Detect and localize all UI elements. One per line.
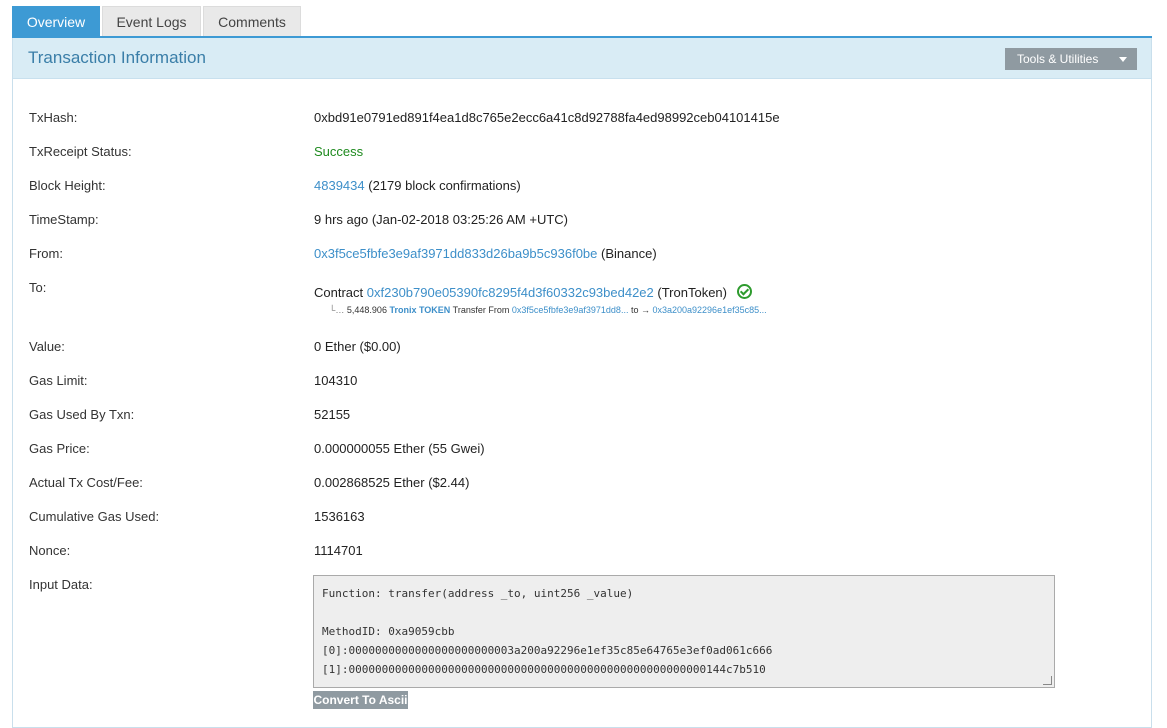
tab-comments[interactable]: Comments	[203, 6, 301, 37]
block-height-label: Block Height:	[29, 178, 106, 193]
from-value: 0x3f5ce5fbfe3e9af3971dd833d26ba9b5c936f0…	[314, 246, 657, 261]
gas-used-value: 52155	[314, 407, 351, 422]
gas-limit-value: 104310	[314, 373, 358, 388]
gas-price-label: Gas Price:	[29, 441, 90, 456]
input-data-textarea[interactable]: Function: transfer(address _to, uint256 …	[313, 575, 1055, 688]
transfer-to-text: to →	[630, 305, 650, 315]
timestamp-label: TimeStamp:	[29, 212, 99, 227]
to-value: Contract 0xf230b790e05390fc8295f4d3f6033…	[314, 284, 752, 300]
input-data-line: Function: transfer(address _to, uint256 …	[322, 587, 634, 600]
tools-utilities-label: Tools & Utilities	[1017, 52, 1099, 66]
transaction-panel: Transaction Information Tools & Utilitie…	[12, 38, 1152, 728]
status-value: Success	[314, 144, 364, 159]
transfer-from-link[interactable]: 0x3f5ce5fbfe3e9af3971dd8...	[512, 305, 629, 315]
cumulative-gas-label: Cumulative Gas Used:	[29, 509, 160, 524]
fee-value: 0.002868525 Ether ($2.44)	[314, 475, 470, 490]
gas-limit-label: Gas Limit:	[29, 373, 88, 388]
nonce-label: Nonce:	[29, 543, 71, 558]
to-label: To:	[29, 280, 47, 295]
resize-handle-icon[interactable]	[1043, 676, 1052, 685]
transfer-text: Transfer From	[452, 305, 510, 315]
tab-bar: Overview Event Logs Comments	[12, 6, 303, 37]
fee-label: Actual Tx Cost/Fee:	[29, 475, 143, 490]
timestamp-value: 9 hrs ago (Jan-02-2018 03:25:26 AM +UTC)	[314, 212, 569, 227]
token-transfer-line: └… 5,448.906 Tronix TOKEN Transfer From …	[329, 305, 767, 315]
tools-utilities-button[interactable]: Tools & Utilities	[1005, 48, 1137, 70]
convert-to-ascii-button[interactable]: Convert To Ascii	[313, 691, 408, 709]
input-data-label: Input Data:	[29, 577, 93, 592]
tab-overview[interactable]: Overview	[12, 6, 100, 37]
transfer-to-link[interactable]: 0x3a200a92296e1ef35c85...	[653, 305, 767, 315]
panel-header: Transaction Information Tools & Utilitie…	[13, 38, 1151, 79]
caret-down-icon	[1119, 57, 1127, 62]
row-to: To: Contract 0xf230b790e05390fc8295f4d3f…	[29, 280, 1129, 325]
input-data-line: [0]:0000000000000000000000003a200a92296e…	[322, 644, 773, 657]
value-label: Value:	[29, 339, 65, 354]
tree-connector-icon: └…	[329, 305, 345, 315]
cumulative-gas-value: 1536163	[314, 509, 365, 524]
panel-title: Transaction Information	[28, 48, 206, 67]
block-height-value: 4839434 (2179 block confirmations)	[314, 178, 521, 193]
block-height-link[interactable]: 4839434	[314, 178, 365, 193]
gas-price-value: 0.000000055 Ether (55 Gwei)	[314, 441, 485, 456]
to-prefix: Contract	[314, 285, 364, 300]
from-label: From:	[29, 246, 63, 261]
verified-check-icon	[736, 284, 752, 299]
txhash-value: 0xbd91e0791ed891f4ea1d8c765e2ecc6a41c8d9…	[314, 110, 780, 125]
to-contract-name: (TronToken)	[657, 285, 727, 300]
to-contract-link[interactable]: 0xf230b790e05390fc8295f4d3f60332c93bed42…	[367, 285, 654, 300]
from-address-link[interactable]: 0x3f5ce5fbfe3e9af3971dd833d26ba9b5c936f0…	[314, 246, 597, 261]
nonce-value: 1114701	[314, 543, 363, 558]
from-name: (Binance)	[601, 246, 657, 261]
token-link[interactable]: Tronix TOKEN	[389, 305, 450, 315]
status-label: TxReceipt Status:	[29, 144, 132, 159]
input-data-line	[322, 605, 1046, 624]
block-confirmations: (2179 block confirmations)	[368, 178, 521, 193]
txhash-label: TxHash:	[29, 110, 78, 125]
gas-used-label: Gas Used By Txn:	[29, 407, 135, 422]
transfer-amount: 5,448.906	[346, 305, 387, 315]
input-data-line: MethodID: 0xa9059cbb	[322, 625, 455, 638]
tab-event-logs[interactable]: Event Logs	[102, 6, 201, 37]
value-value: 0 Ether ($0.00)	[314, 339, 401, 354]
input-data-line: [1]:000000000000000000000000000000000000…	[322, 663, 766, 676]
